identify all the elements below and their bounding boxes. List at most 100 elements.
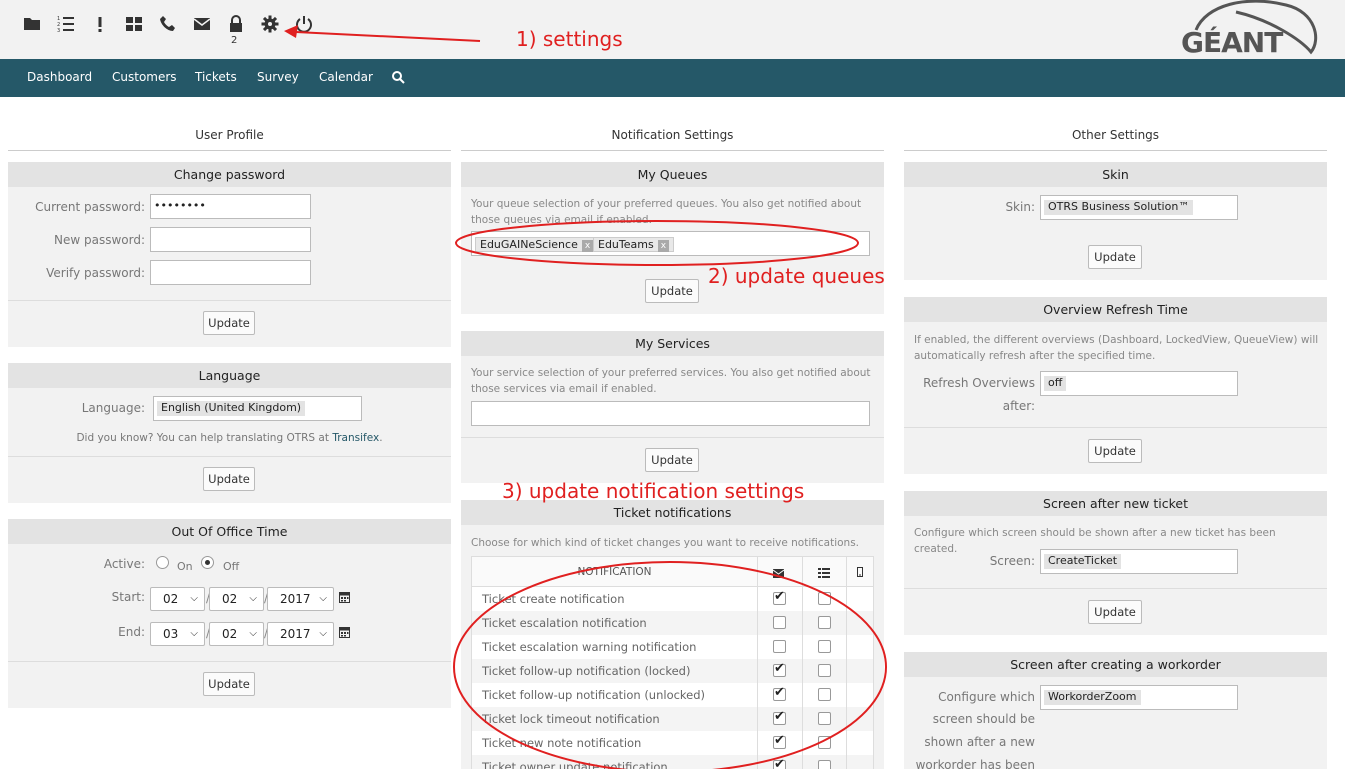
chevron-down-icon: ⌵ — [190, 628, 198, 639]
language-panel: Language Language: English (United Kingd… — [8, 363, 451, 503]
start-month-select[interactable]: 02 ⌵ — [209, 587, 264, 611]
web-checkbox[interactable] — [818, 616, 831, 629]
grid-icon[interactable] — [124, 14, 144, 34]
refresh-select[interactable]: off — [1040, 371, 1238, 396]
email-checkbox[interactable] — [773, 640, 786, 653]
workorder-screen-select[interactable]: WorkorderZoom — [1040, 685, 1238, 710]
skin-value: OTRS Business Solution™ — [1044, 200, 1194, 215]
ticket-notifications-panel: Ticket notifications Choose for which ki… — [461, 500, 884, 769]
off-label: Off — [223, 560, 240, 573]
calendar-icon[interactable] — [339, 591, 350, 606]
email-checkbox[interactable] — [773, 661, 786, 677]
search-icon[interactable] — [391, 70, 405, 84]
envelope-icon — [772, 567, 785, 581]
verify-password-label: Verify password: — [46, 266, 145, 280]
table-row: Ticket create notification — [472, 587, 873, 611]
phone-icon[interactable] — [158, 14, 178, 34]
update-services-button[interactable]: Update — [645, 448, 699, 472]
update-screen-button[interactable]: Update — [1088, 600, 1142, 624]
panel-title: Language — [8, 363, 451, 388]
start-day-select[interactable]: 02 ⌵ — [150, 587, 205, 611]
gear-icon[interactable] — [260, 14, 280, 34]
update-language-button[interactable]: Update — [203, 467, 255, 491]
email-checkbox[interactable] — [773, 709, 786, 725]
workorder-label-line: shown after a new — [924, 735, 1035, 749]
column-divider — [757, 707, 758, 731]
web-checkbox[interactable] — [818, 736, 831, 749]
chevron-down-icon: ⌵ — [249, 628, 257, 639]
nav-survey[interactable]: Survey — [257, 70, 299, 84]
skin-select[interactable]: OTRS Business Solution™ — [1040, 195, 1238, 220]
nav-dashboard[interactable]: Dashboard — [27, 70, 92, 84]
envelope-icon[interactable] — [192, 14, 212, 34]
email-checkbox[interactable] — [773, 616, 786, 629]
calendar-icon[interactable] — [339, 626, 350, 641]
update-skin-button[interactable]: Update — [1088, 245, 1142, 269]
current-password-input[interactable]: •••••••• — [150, 194, 311, 219]
screen-select[interactable]: CreateTicket — [1040, 549, 1238, 574]
my-queues-panel: My Queues Your queue selection of your p… — [461, 162, 884, 314]
email-checkbox[interactable] — [773, 757, 786, 769]
column-divider — [846, 659, 847, 683]
email-checkbox[interactable] — [773, 733, 786, 749]
notification-label: Ticket new note notification — [482, 736, 642, 750]
queues-description: Your queue selection of your preferred q… — [471, 198, 862, 226]
start-year-select[interactable]: 2017 ⌵ — [267, 587, 334, 611]
web-checkbox[interactable] — [818, 688, 831, 701]
end-year-select[interactable]: 2017 ⌵ — [267, 622, 334, 646]
nav-customers[interactable]: Customers — [112, 70, 177, 84]
panel-title: Skin — [904, 162, 1327, 187]
active-off-radio[interactable] — [201, 556, 214, 569]
geant-logo: GÉANT — [1176, 0, 1326, 60]
refresh-description: If enabled, the different overviews (Das… — [914, 334, 1319, 362]
exclamation-icon[interactable] — [90, 14, 110, 34]
column-divider — [846, 635, 847, 659]
queues-multiselect[interactable]: EduGAINeScience x EduTeams x — [471, 231, 870, 256]
overview-refresh-panel: Overview Refresh Time If enabled, the di… — [904, 297, 1327, 474]
queue-tag[interactable]: EduTeams x — [593, 237, 675, 252]
new-password-input[interactable] — [150, 227, 311, 252]
nav-tickets[interactable]: Tickets — [195, 70, 237, 84]
skin-label: Skin: — [1005, 200, 1035, 214]
screen-after-workorder-panel: Screen after creating a workorder Config… — [904, 652, 1327, 769]
update-password-button[interactable]: Update — [203, 311, 255, 335]
web-checkbox[interactable] — [818, 664, 831, 677]
folder-icon[interactable] — [22, 14, 42, 34]
web-checkbox[interactable] — [818, 592, 831, 605]
update-out-of-office-button[interactable]: Update — [203, 672, 255, 696]
column-divider — [846, 587, 847, 611]
top-toolbar: 123 2 GÉANT — [0, 0, 1345, 59]
end-day-select[interactable]: 03 ⌵ — [150, 622, 205, 646]
end-label: End: — [118, 625, 145, 639]
notification-label: Ticket owner update notification — [482, 760, 668, 769]
column-divider — [802, 731, 803, 755]
email-checkbox[interactable] — [773, 685, 786, 701]
column-divider — [846, 611, 847, 635]
end-month-select[interactable]: 02 ⌵ — [209, 622, 264, 646]
update-queues-button[interactable]: Update — [645, 279, 699, 303]
new-password-label: New password: — [53, 233, 145, 247]
ordered-list-icon[interactable]: 123 — [56, 14, 76, 34]
language-label: Language: — [81, 401, 145, 415]
language-select[interactable]: English (United Kingdom) — [153, 396, 362, 421]
update-refresh-button[interactable]: Update — [1088, 439, 1142, 463]
web-checkbox[interactable] — [818, 760, 831, 769]
table-row: Ticket follow-up notification (locked) — [472, 659, 873, 683]
lock-icon[interactable] — [226, 14, 246, 34]
power-icon[interactable] — [294, 14, 314, 34]
nav-calendar[interactable]: Calendar — [319, 70, 373, 84]
divider — [904, 150, 1327, 151]
transifex-link[interactable]: Transifex — [332, 432, 379, 444]
services-multiselect[interactable] — [471, 401, 870, 426]
active-on-radio[interactable] — [156, 556, 169, 569]
web-checkbox[interactable] — [818, 640, 831, 653]
divider — [8, 456, 451, 457]
translation-hint: Did you know? You can help translating O… — [76, 432, 383, 444]
verify-password-input[interactable] — [150, 260, 311, 285]
email-checkbox[interactable] — [773, 589, 786, 605]
web-checkbox[interactable] — [818, 712, 831, 725]
column-divider — [802, 683, 803, 707]
user-profile-heading: User Profile — [195, 128, 264, 142]
queue-tag[interactable]: EduGAINeScience x — [475, 237, 599, 252]
refresh-value: off — [1044, 376, 1067, 391]
